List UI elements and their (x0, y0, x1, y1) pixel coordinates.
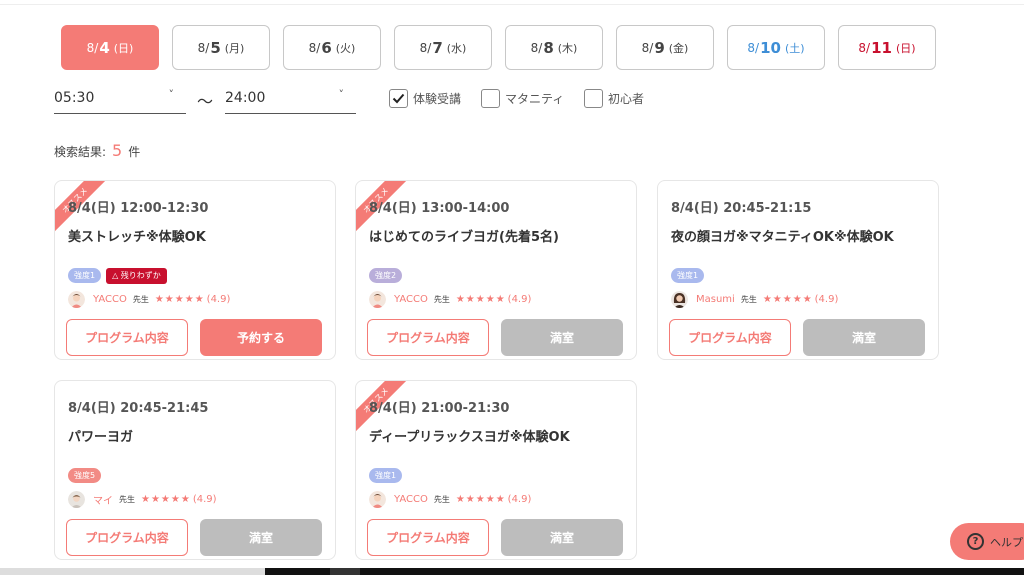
program-details-button[interactable]: プログラム内容 (367, 319, 489, 356)
instructor-info: YACCO 先生 ★★★★★ (4.9) (369, 491, 531, 508)
intensity-badge: 強度1 (369, 468, 403, 483)
star-rating-icon: ★★★★★ (141, 494, 191, 505)
full-button: 満室 (803, 319, 925, 356)
maternity-checkbox[interactable]: マタニティ (481, 89, 564, 108)
date-tab-8-6[interactable]: 8/6 (火) (283, 25, 381, 70)
class-card: オススメ 8/4(日) 12:00-12:30 美ストレッチ※体験OK 強度1 … (54, 180, 336, 360)
chevron-down-icon: ˅ (338, 88, 345, 101)
class-card: オススメ 8/4(日) 21:00-21:30 ディープリラックスヨガ※体験OK… (355, 380, 637, 560)
instructor-name[interactable]: Masumi (696, 294, 735, 305)
help-button[interactable]: ? ヘルプ (950, 523, 1024, 560)
class-card: 8/4(日) 20:45-21:15 夜の顔ヨガ※マタニティOK※体験OK 強度… (657, 180, 939, 360)
avatar (68, 291, 85, 308)
trial-checkbox[interactable]: 体験受講 (389, 89, 461, 108)
class-title: はじめてのライブヨガ(先着5名) (369, 230, 559, 245)
avatar (68, 491, 85, 508)
end-time-select[interactable]: 24:00 ˅ (225, 87, 356, 114)
schedule-page: 8/4 (日) 8/5 (月) 8/6 (火) 8/7 (水) 8/8 (木) 8/9 (金… (0, 0, 1024, 575)
rating-value: (4.9) (507, 294, 532, 305)
class-title: 美ストレッチ※体験OK (68, 230, 206, 245)
class-title: パワーヨガ (68, 430, 134, 445)
taskbar-item (330, 568, 360, 575)
star-rating-icon: ★★★★★ (762, 294, 813, 305)
instructor-info: マイ 先生 ★★★★★ (4.9) (68, 491, 217, 508)
reserve-button[interactable]: 予約する (200, 319, 322, 356)
full-button: 満室 (501, 519, 623, 556)
program-details-button[interactable]: プログラム内容 (66, 319, 188, 356)
class-time: 8/4(日) 12:00-12:30 (68, 201, 209, 216)
instructor-name[interactable]: YACCO (394, 294, 428, 305)
class-time: 8/4(日) 20:45-21:45 (68, 401, 209, 416)
star-rating-icon: ★★★★★ (154, 294, 205, 305)
date-tab-8-8[interactable]: 8/8 (木) (505, 25, 603, 70)
few-spots-left-badge: △ 残りわずか (106, 268, 167, 284)
checkbox-empty-icon (481, 89, 500, 108)
date-tab-8-11[interactable]: 8/11 (日) (838, 25, 936, 70)
search-result-count: 検索結果: 5 件 (54, 141, 141, 160)
class-title: 夜の顔ヨガ※マタニティOK※体験OK (671, 230, 894, 245)
instructor-info: Masumi 先生 ★★★★★ (4.9) (671, 291, 838, 308)
class-time: 8/4(日) 21:00-21:30 (369, 401, 510, 416)
date-tabs: 8/4 (日) 8/5 (月) 8/6 (火) 8/7 (水) 8/8 (木) 8/9 (金… (61, 25, 936, 70)
checkbox-empty-icon (584, 89, 603, 108)
avatar (671, 291, 688, 308)
date-tab-8-4[interactable]: 8/4 (日) (61, 25, 159, 70)
full-button: 満室 (200, 519, 322, 556)
class-title: ディープリラックスヨガ※体験OK (369, 430, 570, 445)
instructor-info: YACCO 先生 ★★★★★ (4.9) (369, 291, 531, 308)
class-card: オススメ 8/4(日) 13:00-14:00 はじめてのライブヨガ(先着5名)… (355, 180, 637, 360)
class-time: 8/4(日) 13:00-14:00 (369, 201, 510, 216)
rating-value: (4.9) (507, 494, 532, 505)
avatar (369, 491, 386, 508)
taskbar (0, 568, 265, 575)
date-tab-8-5[interactable]: 8/5 (月) (172, 25, 270, 70)
full-button: 満室 (501, 319, 623, 356)
date-tab-8-10[interactable]: 8/10 (土) (727, 25, 825, 70)
program-details-button[interactable]: プログラム内容 (669, 319, 791, 356)
checkbox-checked-icon (389, 89, 408, 108)
start-time-select[interactable]: 05:30 ˅ (54, 87, 186, 114)
instructor-name[interactable]: マイ (93, 492, 113, 507)
instructor-name[interactable]: YACCO (394, 494, 428, 505)
rating-value: (4.9) (192, 494, 217, 505)
class-card: 8/4(日) 20:45-21:45 パワーヨガ 強度5 マイ 先生 ★★★★★… (54, 380, 336, 560)
star-rating-icon: ★★★★★ (455, 494, 506, 505)
intensity-badge: 強度5 (68, 468, 102, 483)
chevron-down-icon: ˅ (168, 88, 175, 101)
instructor-name[interactable]: YACCO (93, 294, 127, 305)
avatar (369, 291, 386, 308)
instructor-info: YACCO 先生 ★★★★★ (4.9) (68, 291, 230, 308)
intensity-badge: 強度2 (369, 268, 403, 283)
taskbar (265, 568, 1024, 575)
date-tab-8-9[interactable]: 8/9 (金) (616, 25, 714, 70)
intensity-badge: 強度1 (671, 268, 705, 283)
rating-value: (4.9) (814, 294, 839, 305)
intensity-badge: 強度1 (68, 268, 102, 283)
star-rating-icon: ★★★★★ (455, 294, 506, 305)
date-tab-8-7[interactable]: 8/7 (水) (394, 25, 492, 70)
beginner-checkbox[interactable]: 初心者 (584, 89, 644, 108)
program-details-button[interactable]: プログラム内容 (66, 519, 188, 556)
program-details-button[interactable]: プログラム内容 (367, 519, 489, 556)
question-mark-icon: ? (967, 533, 984, 550)
time-range-separator: 〜 (197, 92, 214, 111)
header-divider (0, 0, 1024, 5)
rating-value: (4.9) (206, 294, 231, 305)
class-time: 8/4(日) 20:45-21:15 (671, 201, 812, 216)
